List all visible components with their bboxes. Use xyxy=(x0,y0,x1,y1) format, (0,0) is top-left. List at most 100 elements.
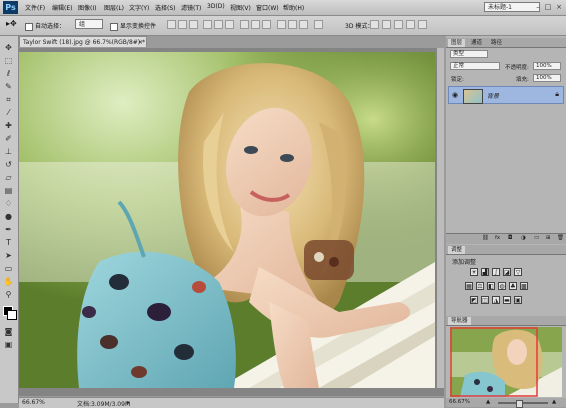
document-tab[interactable]: Taylor Swift (18).jpg @ 66.7%(RGB/8#) * … xyxy=(19,36,147,47)
distribute-right-icon[interactable] xyxy=(299,20,308,29)
zoom-in-icon[interactable]: ▲ xyxy=(552,399,556,405)
exposure-icon[interactable]: ◪ xyxy=(503,268,511,276)
3d-drag-icon[interactable] xyxy=(394,20,403,29)
selective-color-icon[interactable]: ▣ xyxy=(514,296,522,304)
menu-view[interactable]: 视图(V) xyxy=(230,3,251,12)
background-color-swatch[interactable] xyxy=(7,310,17,320)
add-mask-icon[interactable]: ◘ xyxy=(508,235,512,241)
menu-image[interactable]: 图像(I) xyxy=(78,3,96,12)
channel-mixer-icon[interactable]: ♣ xyxy=(509,282,517,290)
zoom-out-icon[interactable]: ▲ xyxy=(486,399,490,405)
navigator-preview[interactable] xyxy=(450,327,562,397)
align-vcenter-icon[interactable] xyxy=(178,20,187,29)
distribute-top-icon[interactable] xyxy=(240,20,249,29)
menu-layer[interactable]: 图层(L) xyxy=(104,3,124,12)
workspace-select[interactable]: 未标题-1 xyxy=(484,2,540,12)
blend-mode-select[interactable]: 正常 xyxy=(450,62,500,70)
blur-tool-icon[interactable]: ♢ xyxy=(3,198,14,209)
brightness-contrast-icon[interactable]: ☀ xyxy=(470,268,478,276)
distribute-bottom-icon[interactable] xyxy=(262,20,271,29)
tab-paths[interactable]: 路径 xyxy=(488,39,505,47)
invert-icon[interactable]: ◩ xyxy=(470,296,478,304)
brush-tool-icon[interactable]: ✐ xyxy=(3,133,14,144)
marquee-tool-icon[interactable]: ⬚ xyxy=(3,55,14,66)
gradient-tool-icon[interactable]: ▤ xyxy=(3,185,14,196)
healing-brush-tool-icon[interactable]: ✚ xyxy=(3,120,14,131)
dodge-tool-icon[interactable]: ● xyxy=(3,211,14,222)
align-top-icon[interactable] xyxy=(167,20,176,29)
layer-style-icon[interactable]: fx xyxy=(495,235,500,241)
posterize-icon[interactable]: ◫ xyxy=(481,296,489,304)
3d-slide-icon[interactable] xyxy=(406,20,415,29)
color-balance-icon[interactable]: ⚖ xyxy=(476,282,484,290)
status-zoom[interactable]: 66.67% xyxy=(22,399,45,406)
document-photo[interactable] xyxy=(19,52,435,388)
menu-type[interactable]: 文字(Y) xyxy=(129,3,149,12)
visibility-eye-icon[interactable]: ◉ xyxy=(452,91,458,99)
menu-select[interactable]: 选择(S) xyxy=(155,3,176,12)
layer-kind-filter[interactable]: 类型 xyxy=(450,50,488,58)
align-right-icon[interactable] xyxy=(225,20,234,29)
eyedropper-tool-icon[interactable]: ⁄ xyxy=(3,107,14,118)
fill-input[interactable]: 100% xyxy=(533,74,561,82)
screen-mode-icon[interactable]: ▣ xyxy=(3,339,14,350)
distribute-left-icon[interactable] xyxy=(277,20,286,29)
clone-stamp-tool-icon[interactable]: ⊥ xyxy=(3,146,14,157)
move-tool-icon[interactable]: ▸✥ xyxy=(6,19,17,28)
lasso-tool-icon[interactable]: ℓ xyxy=(3,68,14,79)
photo-filter-icon[interactable]: ◍ xyxy=(498,282,506,290)
history-brush-tool-icon[interactable]: ↺ xyxy=(3,159,14,170)
shape-tool-icon[interactable]: ▭ xyxy=(3,263,14,274)
show-transform-checkbox[interactable]: 显示变换控件 xyxy=(110,21,156,31)
tab-adjustments[interactable]: 调整 xyxy=(448,246,466,254)
3d-rotate-icon[interactable] xyxy=(370,20,379,29)
menu-filter[interactable]: 滤镜(T) xyxy=(181,3,201,12)
distribute-vcenter-icon[interactable] xyxy=(251,20,260,29)
new-group-icon[interactable]: ▭ xyxy=(534,235,539,241)
zoom-tool-icon[interactable]: ⚲ xyxy=(3,289,14,300)
3d-roll-icon[interactable] xyxy=(382,20,391,29)
navigator-zoom[interactable]: 66.67% xyxy=(449,399,470,405)
menu-3d[interactable]: 3D(D) xyxy=(207,3,225,10)
crop-tool-icon[interactable]: ⌗ xyxy=(3,94,14,105)
hue-saturation-icon[interactable]: ▦ xyxy=(465,282,473,290)
path-select-tool-icon[interactable]: ➤ xyxy=(3,250,14,261)
delete-layer-icon[interactable]: 🗑︎ xyxy=(557,235,564,241)
vertical-scrollbar[interactable] xyxy=(437,48,444,388)
tab-layers[interactable]: 图层 xyxy=(448,39,466,47)
maximize-icon[interactable]: □ xyxy=(544,3,552,11)
tab-navigator[interactable]: 导航器 xyxy=(448,317,471,325)
distribute-hcenter-icon[interactable] xyxy=(288,20,297,29)
hand-tool-icon[interactable]: ✋ xyxy=(3,276,14,287)
quick-mask-icon[interactable]: ◙ xyxy=(3,326,14,337)
3d-scale-icon[interactable] xyxy=(418,20,427,29)
auto-select-checkbox[interactable]: 自动选择： xyxy=(25,21,65,31)
layer-row-background[interactable]: ◉ 背景 🔒︎ xyxy=(448,86,564,104)
link-layers-icon[interactable]: ⛓ xyxy=(482,235,489,241)
adjustment-layer-icon[interactable]: ◑ xyxy=(521,235,526,241)
minimize-icon[interactable]: – xyxy=(534,3,542,11)
layer-name[interactable]: 背景 xyxy=(487,91,499,100)
close-tab-icon[interactable]: × xyxy=(138,37,143,48)
quick-select-tool-icon[interactable]: ✎ xyxy=(3,81,14,92)
black-white-icon[interactable]: ◧ xyxy=(487,282,495,290)
opacity-input[interactable]: 100% xyxy=(533,62,561,70)
zoom-slider[interactable] xyxy=(498,402,548,404)
menu-file[interactable]: 文件(F) xyxy=(25,3,45,12)
tab-channels[interactable]: 通道 xyxy=(468,39,485,47)
auto-select-dropdown[interactable]: 组 xyxy=(75,19,103,29)
curves-icon[interactable]: ∫ xyxy=(492,268,500,276)
align-hcenter-icon[interactable] xyxy=(214,20,223,29)
eraser-tool-icon[interactable]: ▱ xyxy=(3,172,14,183)
threshold-icon[interactable]: ◮ xyxy=(492,296,500,304)
new-layer-icon[interactable]: ⊞ xyxy=(546,235,551,241)
pen-tool-icon[interactable]: ✒ xyxy=(3,224,14,235)
gradient-map-icon[interactable]: ▬ xyxy=(503,296,511,304)
move-tool-icon[interactable]: ✥ xyxy=(3,42,14,53)
align-left-icon[interactable] xyxy=(203,20,212,29)
vibrance-icon[interactable]: ▽ xyxy=(514,268,522,276)
type-tool-icon[interactable]: T xyxy=(3,237,14,248)
align-bottom-icon[interactable] xyxy=(189,20,198,29)
status-arrow-icon[interactable]: ▸ xyxy=(127,399,130,406)
auto-align-icon[interactable] xyxy=(314,20,323,29)
